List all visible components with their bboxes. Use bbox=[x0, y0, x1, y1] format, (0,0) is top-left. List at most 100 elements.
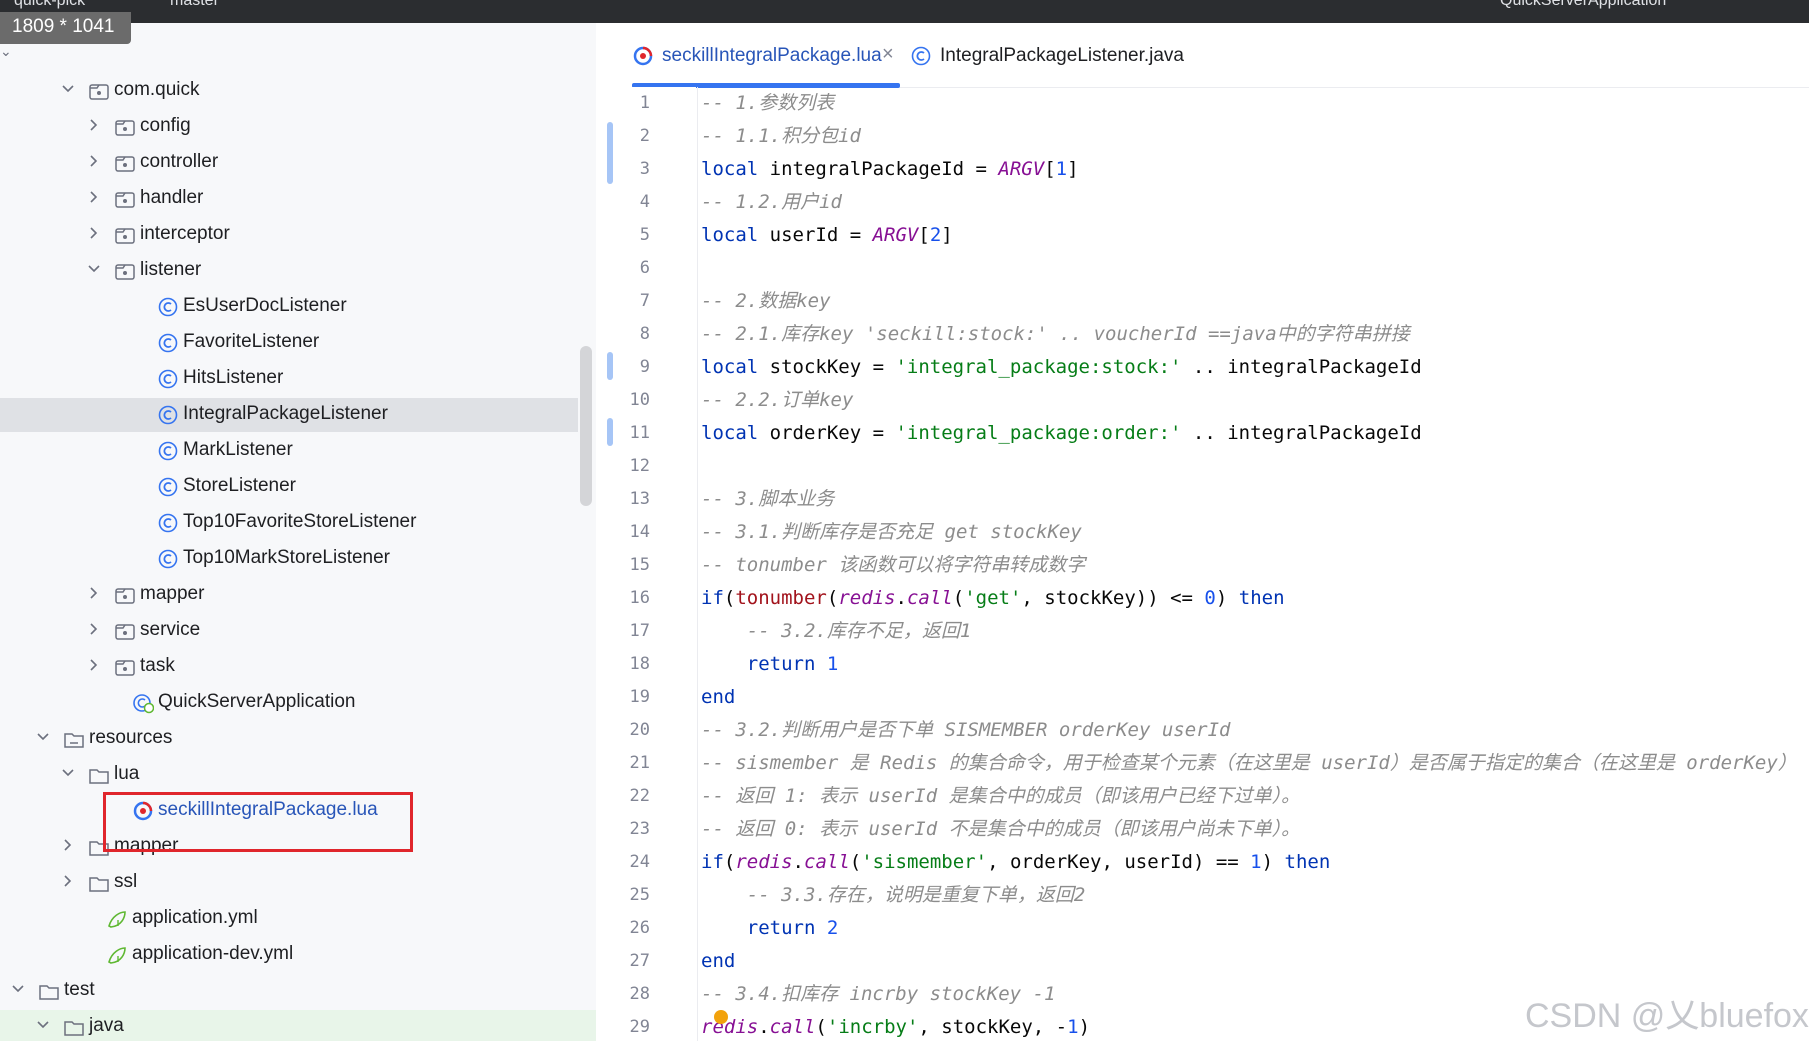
chevron-right-icon[interactable] bbox=[60, 837, 76, 853]
code-line[interactable]: if(redis.call('sismember', orderKey, use… bbox=[701, 846, 1330, 879]
line-number[interactable]: 11 bbox=[630, 423, 650, 443]
chevron-right-icon[interactable] bbox=[86, 585, 102, 601]
code-line[interactable]: -- 3.1.判断库存是否充足 get stockKey bbox=[701, 516, 1082, 549]
line-number[interactable]: 23 bbox=[630, 819, 650, 839]
tree-item-top10favoritestorelistener[interactable]: Top10FavoriteStoreListener bbox=[0, 506, 578, 540]
chevron-right-icon[interactable] bbox=[60, 873, 76, 889]
tree-item-mapper[interactable]: mapper bbox=[0, 578, 578, 612]
change-marker[interactable] bbox=[607, 122, 613, 184]
code-line[interactable]: -- 3.2.库存不足，返回1 bbox=[701, 615, 972, 648]
intention-bulb-icon[interactable] bbox=[714, 1010, 728, 1024]
change-marker[interactable] bbox=[607, 352, 613, 380]
tree-item-lua[interactable]: lua bbox=[0, 758, 578, 792]
tree-item-handler[interactable]: handler bbox=[0, 182, 578, 216]
line-number[interactable]: 26 bbox=[630, 918, 650, 938]
tree-item-marklistener[interactable]: MarkListener bbox=[0, 434, 578, 468]
code-line[interactable]: return 1 bbox=[701, 648, 839, 681]
tree-item-storelistener[interactable]: StoreListener bbox=[0, 470, 578, 504]
chevron-right-icon[interactable] bbox=[86, 657, 102, 673]
tree-item-quickserverapplication[interactable]: QuickServerApplication bbox=[0, 686, 578, 720]
line-number[interactable]: 21 bbox=[630, 753, 650, 773]
code-line[interactable]: -- tonumber 该函数可以将字符串转成数字 bbox=[701, 549, 1085, 582]
code-line[interactable]: -- 2.1.库存key 'seckill:stock:' .. voucher… bbox=[701, 318, 1410, 351]
tree-item-integralpackagelistener[interactable]: IntegralPackageListener bbox=[0, 398, 578, 432]
tree-item-java[interactable]: java bbox=[0, 1010, 596, 1041]
line-number[interactable]: 12 bbox=[630, 456, 650, 476]
code-line[interactable]: -- 3.4.扣库存 incrby stockKey -1 bbox=[701, 978, 1055, 1011]
line-number[interactable]: 17 bbox=[630, 621, 650, 641]
code-line[interactable]: if(tonumber(redis.call('get', stockKey))… bbox=[701, 582, 1285, 615]
line-number[interactable]: 18 bbox=[630, 654, 650, 674]
line-number[interactable]: 25 bbox=[630, 885, 650, 905]
line-number[interactable]: 5 bbox=[640, 225, 650, 245]
code-line[interactable]: -- 3.2.判断用户是否下单 SISMEMBER orderKey userI… bbox=[701, 714, 1231, 747]
chevron-right-icon[interactable] bbox=[86, 153, 102, 169]
line-number[interactable]: 9 bbox=[640, 357, 650, 377]
code-line[interactable]: redis.call('incrby', stockKey, -1) bbox=[701, 1011, 1090, 1041]
code-line[interactable]: -- 2.2.订单key bbox=[701, 384, 853, 417]
code-line[interactable]: -- 返回 0: 表示 userId 不是集合中的成员（即该用户尚未下单）。 bbox=[701, 813, 1300, 846]
branch-name[interactable]: master bbox=[170, 0, 219, 10]
chevron-down-icon[interactable]: ⌄ bbox=[0, 43, 12, 60]
line-number[interactable]: 4 bbox=[640, 192, 650, 212]
project-name[interactable]: quick-pick bbox=[14, 0, 85, 10]
code-line[interactable]: -- 3.脚本业务 bbox=[701, 483, 834, 516]
tree-item-listener[interactable]: listener bbox=[0, 254, 578, 288]
tree-item-controller[interactable]: controller bbox=[0, 146, 578, 180]
chevron-down-icon[interactable] bbox=[35, 1017, 51, 1033]
tree-item-service[interactable]: service bbox=[0, 614, 578, 648]
chevron-right-icon[interactable] bbox=[86, 225, 102, 241]
line-number[interactable]: 20 bbox=[630, 720, 650, 740]
code-line[interactable]: local stockKey = 'integral_package:stock… bbox=[701, 351, 1422, 384]
code-line[interactable]: -- 1.2.用户id bbox=[701, 186, 842, 219]
tree-item-task[interactable]: task bbox=[0, 650, 578, 684]
line-number[interactable]: 13 bbox=[630, 489, 650, 509]
line-number[interactable]: 3 bbox=[640, 159, 650, 179]
tree-item-application-dev-yml[interactable]: application-dev.yml bbox=[0, 938, 578, 972]
line-number[interactable]: 10 bbox=[630, 390, 650, 410]
tree-scrollbar[interactable] bbox=[580, 346, 592, 506]
tree-item-com-quick[interactable]: com.quick bbox=[0, 74, 578, 108]
code-line[interactable]: -- 3.3.存在，说明是重复下单，返回2 bbox=[701, 879, 1086, 912]
code-line[interactable]: local userId = ARGV[2] bbox=[701, 219, 953, 252]
code-line[interactable]: -- 1.参数列表 bbox=[701, 87, 834, 120]
tree-item-esuserdoclistener[interactable]: EsUserDocListener bbox=[0, 290, 578, 324]
close-icon[interactable]: × bbox=[882, 43, 894, 66]
code-line[interactable]: end bbox=[701, 681, 735, 714]
chevron-down-icon[interactable] bbox=[10, 981, 26, 997]
chevron-right-icon[interactable] bbox=[86, 189, 102, 205]
code-line[interactable]: -- sismember 是 Redis 的集合命令，用于检查某个元素（在这里是… bbox=[701, 747, 1797, 780]
chevron-down-icon[interactable] bbox=[60, 81, 76, 97]
line-number[interactable]: 16 bbox=[630, 588, 650, 608]
line-number[interactable]: 1 bbox=[640, 93, 650, 113]
code-line[interactable]: local integralPackageId = ARGV[1] bbox=[701, 153, 1079, 186]
line-number[interactable]: 2 bbox=[640, 126, 650, 146]
chevron-right-icon[interactable] bbox=[86, 621, 102, 637]
chevron-down-icon[interactable] bbox=[86, 261, 102, 277]
tree-item-interceptor[interactable]: interceptor bbox=[0, 218, 578, 252]
line-number[interactable]: 7 bbox=[640, 291, 650, 311]
chevron-right-icon[interactable] bbox=[86, 117, 102, 133]
code-line[interactable]: -- 2.数据key bbox=[701, 285, 831, 318]
line-number[interactable]: 27 bbox=[630, 951, 650, 971]
tree-item-hitslistener[interactable]: HitsListener bbox=[0, 362, 578, 396]
run-configuration[interactable]: QuickServerApplication bbox=[1500, 0, 1666, 10]
code-editor[interactable]: -- 1.参数列表 -- 1.1.积分包id local integralPacka… bbox=[701, 87, 1809, 1041]
line-number[interactable]: 8 bbox=[640, 324, 650, 344]
line-number[interactable]: 15 bbox=[630, 555, 650, 575]
tree-item-application-yml[interactable]: application.yml bbox=[0, 902, 578, 936]
tab-seckill-lua[interactable]: seckillIntegralPackage.lua × bbox=[632, 23, 900, 88]
tree-item-config[interactable]: config bbox=[0, 110, 578, 144]
code-line[interactable]: -- 返回 1: 表示 userId 是集合中的成员（即该用户已经下过单）。 bbox=[701, 780, 1300, 813]
tree-item-resources[interactable]: resources bbox=[0, 722, 578, 756]
line-number[interactable]: 29 bbox=[630, 1017, 650, 1037]
code-line[interactable]: return 2 bbox=[701, 912, 839, 945]
line-number[interactable]: 6 bbox=[640, 258, 650, 278]
chevron-down-icon[interactable] bbox=[60, 765, 76, 781]
tree-item-test[interactable]: test bbox=[0, 974, 578, 1008]
line-number[interactable]: 19 bbox=[630, 687, 650, 707]
tree-item-ssl[interactable]: ssl bbox=[0, 866, 578, 900]
tree-item-favoritelistener[interactable]: FavoriteListener bbox=[0, 326, 578, 360]
tree-item-top10markstorelistener[interactable]: Top10MarkStoreListener bbox=[0, 542, 578, 576]
line-number[interactable]: 24 bbox=[630, 852, 650, 872]
